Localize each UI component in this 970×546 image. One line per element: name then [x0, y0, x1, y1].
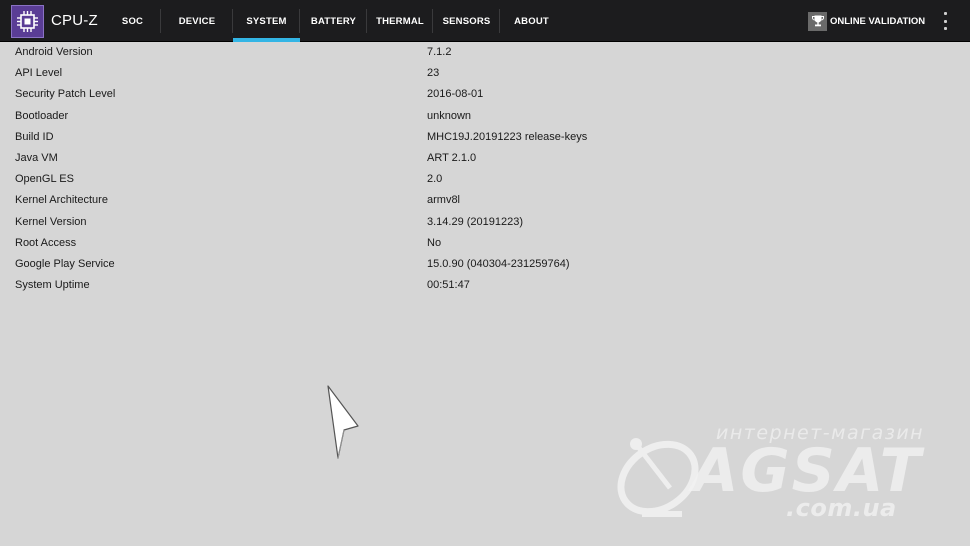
info-value: 7.1.2 — [427, 46, 452, 58]
info-label: API Level — [15, 67, 63, 80]
tab-thermal[interactable]: THERMAL — [367, 0, 433, 42]
online-validation-button[interactable]: ONLINE VALIDATION — [808, 0, 925, 42]
list-item: Security Patch Level 2016-08-01 — [0, 85, 970, 106]
list-item: OpenGL ES 2.0 — [0, 170, 970, 191]
list-item: Root Access No — [0, 234, 970, 255]
online-validation-label: ONLINE VALIDATION — [830, 15, 926, 27]
tab-label: SENSORS — [442, 15, 491, 27]
info-label: Security Patch Level — [15, 88, 116, 101]
more-vert-icon[interactable] — [939, 12, 951, 30]
tab-bar: SOC DEVICE SYSTEM BATTERY THERMAL SENSOR… — [104, 0, 563, 42]
info-value: 00:51:47 — [427, 279, 470, 292]
active-tab-indicator — [233, 38, 300, 42]
system-info-list: Android Version 7.1.2 API Level 23 Secur… — [0, 43, 970, 297]
tab-label: THERMAL — [376, 15, 424, 27]
app-title: CPU-Z — [51, 12, 98, 29]
list-item: Kernel Architecture armv8l — [0, 191, 970, 212]
satellite-dish-logo-icon — [617, 438, 699, 517]
info-value: 15.0.90 (040304-231259764) — [427, 257, 570, 270]
info-label: Android Version — [15, 46, 93, 58]
info-value: 23 — [427, 67, 440, 80]
tab-label: ABOUT — [514, 15, 549, 27]
tab-label: BATTERY — [310, 15, 357, 27]
app-toolbar: CPU-Z SOC DEVICE SYSTEM BATTERY THERMAL … — [0, 0, 970, 42]
info-label: Kernel Architecture — [15, 194, 108, 207]
list-item: Build ID MHC19J.20191223 release-keys — [0, 128, 970, 149]
info-value: unknown — [427, 109, 472, 122]
list-item: Java VM ART 2.1.0 — [0, 149, 970, 170]
info-label: System Uptime — [15, 279, 90, 292]
info-value: MHC19J.20191223 release-keys — [427, 130, 588, 143]
info-value: 2016-08-01 — [427, 88, 484, 101]
info-label: Google Play Service — [15, 257, 115, 270]
list-item: Kernel Version 3.14.29 (20191223) — [0, 213, 970, 234]
info-label: Root Access — [15, 236, 77, 249]
info-label: Bootloader — [15, 109, 69, 122]
info-value: 2.0 — [427, 173, 443, 186]
tab-label: SOC — [121, 15, 144, 27]
watermark-domain: .com.ua — [786, 494, 897, 522]
tab-label: DEVICE — [178, 15, 216, 27]
tab-sensors[interactable]: SENSORS — [433, 0, 500, 42]
info-label: Build ID — [15, 130, 54, 143]
list-item: API Level 23 — [0, 64, 970, 85]
list-item: Bootloader unknown — [0, 107, 970, 128]
info-value: No — [427, 236, 442, 249]
info-value: ART 2.1.0 — [427, 151, 477, 164]
mouse-pointer-icon — [327, 385, 359, 459]
list-item: Google Play Service 15.0.90 (040304-2312… — [0, 255, 970, 276]
tab-system[interactable]: SYSTEM — [233, 0, 300, 42]
trophy-icon — [808, 11, 827, 31]
tab-device[interactable]: DEVICE — [161, 0, 233, 42]
tab-soc[interactable]: SOC — [104, 0, 161, 42]
tab-about[interactable]: ABOUT — [500, 0, 563, 42]
tab-label: SYSTEM — [246, 15, 287, 27]
list-item: Android Version 7.1.2 — [0, 43, 970, 64]
info-value: 3.14.29 (20191223) — [427, 215, 524, 228]
info-label: OpenGL ES — [15, 173, 74, 186]
info-label: Kernel Version — [15, 215, 87, 228]
watermark: интернет-магазин AGSAT .com.ua — [600, 418, 960, 528]
info-value: armv8l — [427, 194, 461, 207]
cpu-chip-icon — [11, 5, 44, 38]
list-item: System Uptime 00:51:47 — [0, 276, 970, 297]
tab-battery[interactable]: BATTERY — [300, 0, 367, 42]
info-label: Java VM — [15, 151, 58, 164]
